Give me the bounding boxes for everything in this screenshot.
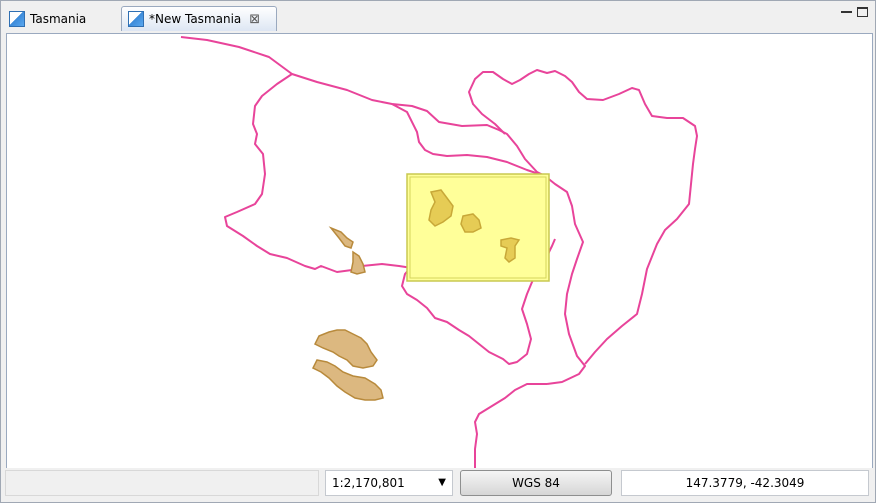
scale-select[interactable]: 1:2,170,801 ▼ — [325, 470, 453, 496]
map-icon — [9, 10, 25, 27]
minimize-icon[interactable] — [841, 7, 852, 13]
coordinates-value: 147.3779, -42.3049 — [685, 476, 805, 490]
lakes — [311, 226, 384, 401]
map-icon — [128, 11, 144, 27]
route-line — [224, 73, 413, 273]
chevron-down-icon[interactable]: ▼ — [438, 477, 446, 488]
route-line — [180, 36, 546, 177]
tab-label: *New Tasmania — [149, 12, 242, 26]
tab-bar: Tasmania *New Tasmania ⊠ — [1, 1, 875, 31]
tab-new-tasmania[interactable]: *New Tasmania ⊠ — [121, 6, 277, 31]
tab-tasmania[interactable]: Tasmania — [3, 6, 121, 31]
maximize-icon[interactable] — [857, 7, 868, 17]
status-message-area — [5, 470, 319, 496]
crs-button[interactable]: WGS 84 — [460, 470, 612, 496]
lake-shape — [350, 250, 366, 275]
map-canvas[interactable] — [6, 33, 873, 469]
status-bar: 1:2,170,801 ▼ WGS 84 147.3779, -42.3049 — [1, 468, 875, 502]
lake-shape — [328, 226, 354, 249]
scale-value: 1:2,170,801 — [332, 476, 405, 490]
route-line — [474, 383, 547, 468]
tab-label: Tasmania — [30, 11, 87, 26]
map-editor-window: Tasmania *New Tasmania ⊠ 1:2,170,801 ▼ W… — [0, 0, 876, 503]
crs-label: WGS 84 — [512, 476, 560, 490]
coordinates-display: 147.3779, -42.3049 — [621, 470, 869, 496]
close-icon[interactable]: ⊠ — [249, 12, 260, 27]
map-layers[interactable] — [7, 34, 872, 468]
